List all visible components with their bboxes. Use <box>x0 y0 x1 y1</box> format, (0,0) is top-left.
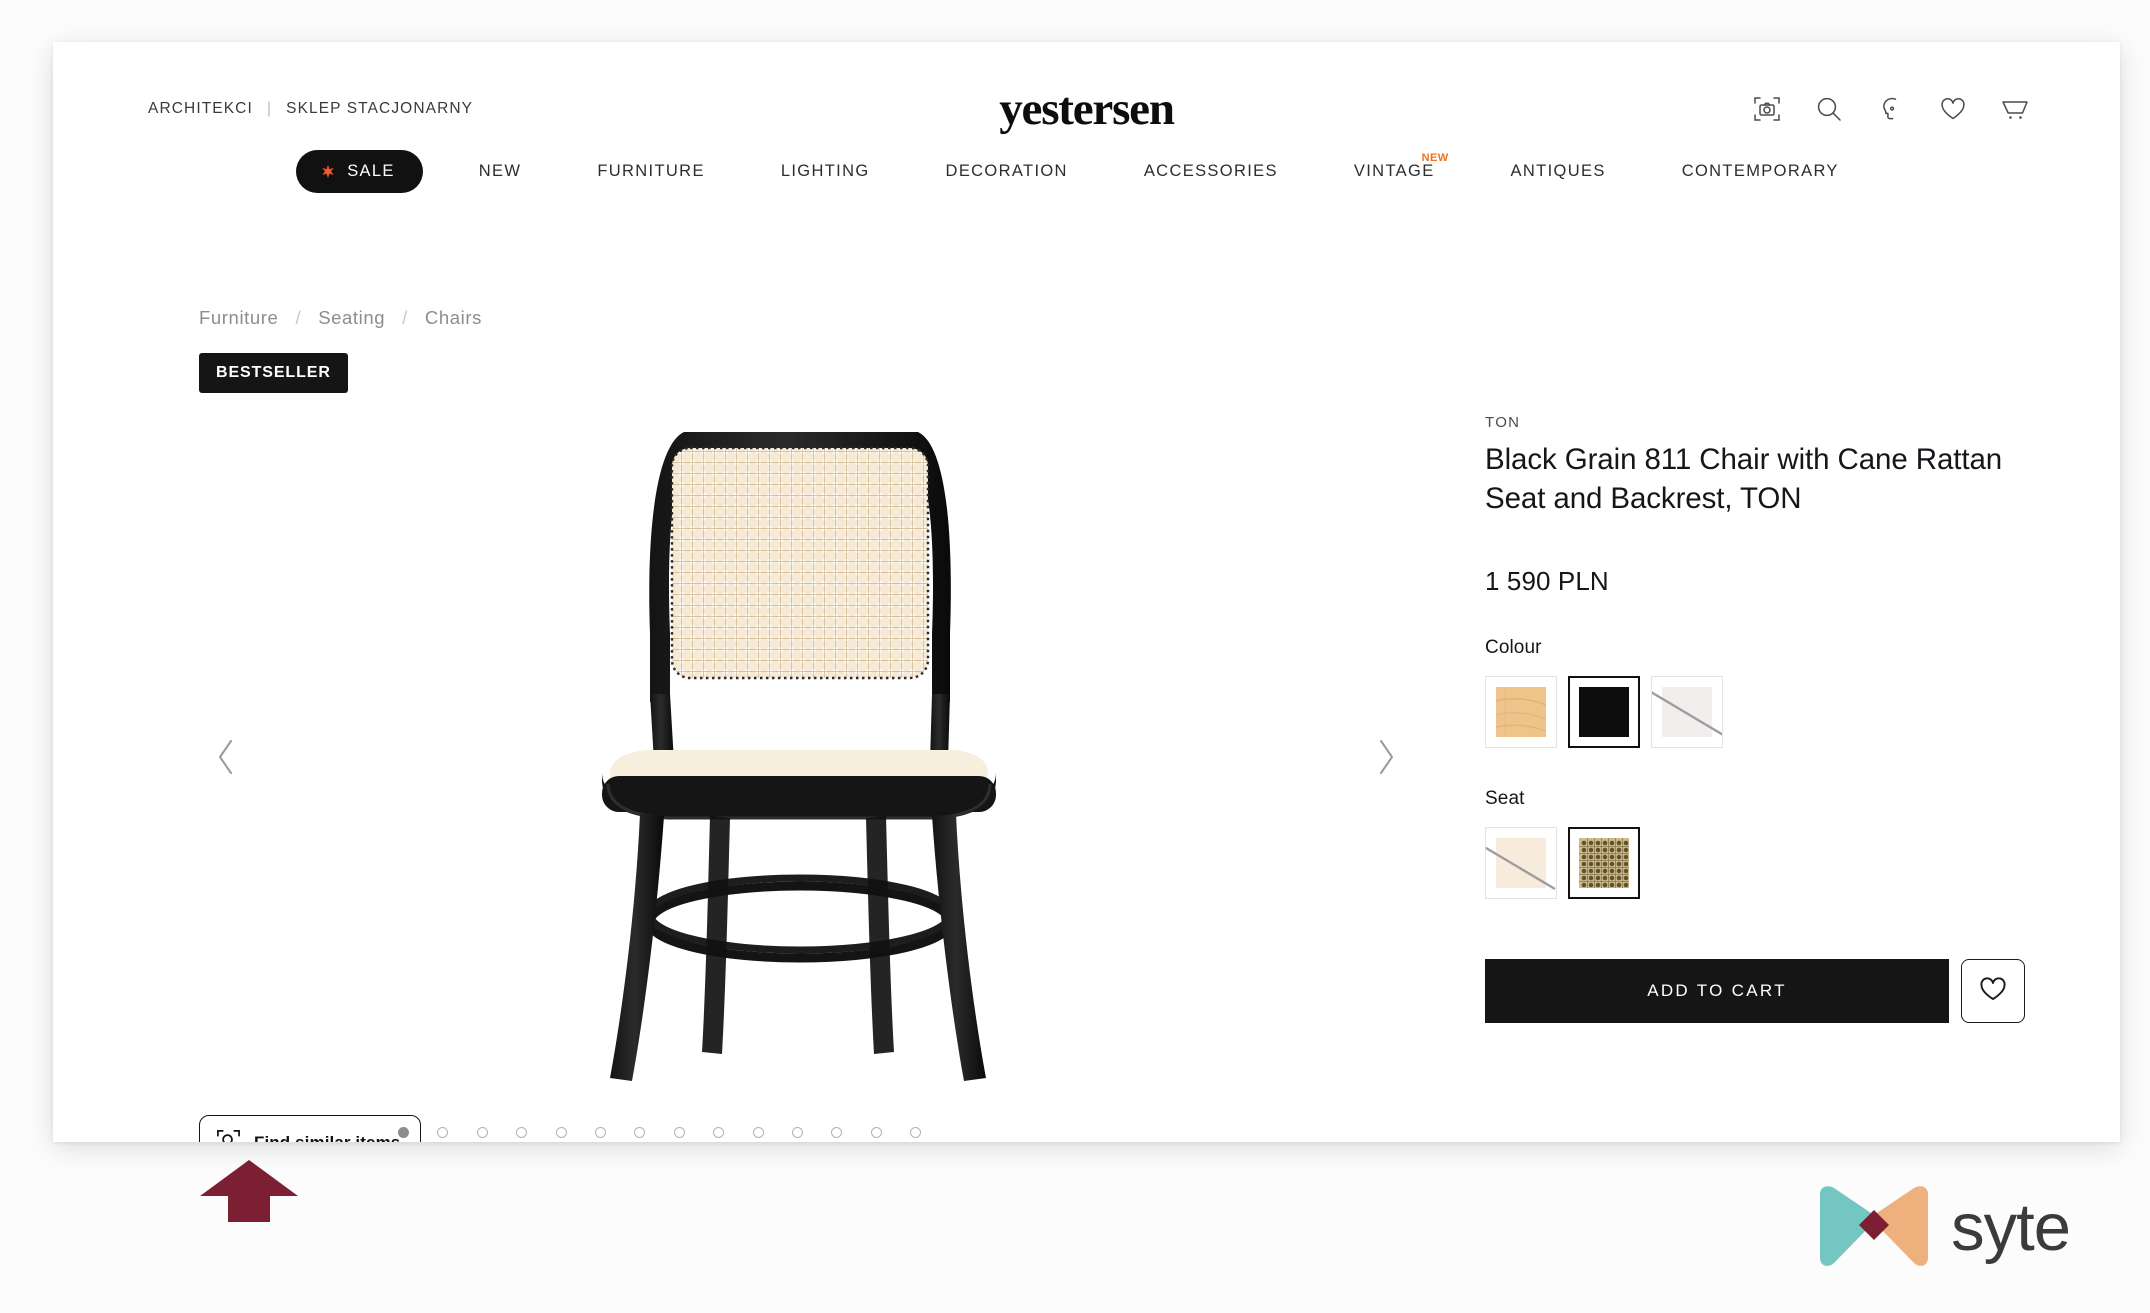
nav-item-furniture-label: FURNITURE <box>597 162 705 180</box>
nav-item-sale[interactable]: SALE <box>296 150 423 193</box>
swatch-cream-plywood[interactable] <box>1485 827 1557 900</box>
find-similar-items-button[interactable]: Find similar items <box>199 1115 422 1142</box>
cta-row: ADD TO CART <box>1485 959 2025 1024</box>
site-logo[interactable]: yestersen <box>999 86 1175 133</box>
utility-separator: | <box>266 100 273 117</box>
visual-search-camera-icon[interactable] <box>1752 94 1782 124</box>
product-image-chair[interactable] <box>588 402 1008 1097</box>
nav-item-antiques-label: ANTIQUES <box>1510 162 1606 180</box>
swatch-natural-wood[interactable] <box>1485 676 1557 749</box>
breadcrumb-item-furniture[interactable]: Furniture <box>199 307 278 329</box>
status-badge-bestseller: BESTSELLER <box>199 353 348 393</box>
nav-item-new-label: NEW <box>478 162 522 180</box>
star-icon <box>320 164 336 180</box>
breadcrumb-separator: / <box>402 307 408 328</box>
nav-item-decoration[interactable]: DECORATION <box>908 162 1106 181</box>
swatch-list-colour <box>1485 676 2025 749</box>
gallery-dot-10[interactable] <box>752 1127 764 1138</box>
product-brand: TON <box>1485 414 1521 431</box>
nav-badge-new: NEW <box>1421 152 1449 164</box>
gallery-dot-13[interactable] <box>870 1127 882 1138</box>
syte-logo: syte <box>1815 1185 2071 1269</box>
gallery-dot-12[interactable] <box>831 1127 843 1138</box>
breadcrumb-item-chairs[interactable]: Chairs <box>425 307 482 329</box>
account-head-icon[interactable] <box>1876 94 1906 124</box>
site-header: ARCHITEKCI | SKLEP STACJONARNY yestersen <box>53 42 2120 142</box>
search-icon[interactable] <box>1814 94 1844 124</box>
nav-item-vintage-label: VINTAGE <box>1353 162 1435 180</box>
utility-link-architekci[interactable]: ARCHITEKCI <box>148 100 253 118</box>
product-info-panel: TON Black Grain 811 Chair with Cane Ratt… <box>1485 414 2025 1024</box>
gallery-dot-3[interactable] <box>476 1127 488 1138</box>
annotation-arrow <box>200 1160 298 1222</box>
product-price: 1 590 PLN <box>1485 566 1609 597</box>
product-gallery <box>163 392 1433 1092</box>
syte-mark-icon <box>1815 1185 1933 1269</box>
gallery-pagination-dots <box>398 1127 922 1138</box>
utility-links: ARCHITEKCI | SKLEP STACJONARNY <box>148 100 473 118</box>
breadcrumb-separator: / <box>295 307 302 328</box>
gallery-dot-8[interactable] <box>673 1127 685 1138</box>
gallery-prev-button[interactable] <box>201 732 251 782</box>
nav-item-accessories-label: ACCESSORIES <box>1143 162 1278 180</box>
nav-item-decoration-label: DECORATION <box>945 162 1068 180</box>
gallery-next-button[interactable] <box>1361 732 1411 782</box>
cart-icon[interactable] <box>2000 94 2030 124</box>
page-title: Black Grain 811 Chair with Cane Rattan S… <box>1485 443 2003 516</box>
wishlist-heart-icon[interactable] <box>1938 94 1968 124</box>
header-icon-group <box>1752 94 2030 124</box>
gallery-dot-2[interactable] <box>437 1127 449 1138</box>
breadcrumb: Furniture / Seating / Chairs <box>199 307 482 329</box>
framed-search-icon <box>216 1128 241 1142</box>
nav-item-furniture[interactable]: FURNITURE <box>559 162 742 181</box>
nav-item-contemporary-label: CONTEMPORARY <box>1681 162 1839 180</box>
add-to-wishlist-button[interactable] <box>1961 959 2025 1024</box>
swatch-white[interactable] <box>1651 676 1723 749</box>
find-similar-items-label: Find similar items <box>254 1133 400 1142</box>
gallery-dot-1[interactable] <box>398 1127 409 1138</box>
page-root: ARCHITEKCI | SKLEP STACJONARNY yestersen <box>0 0 2150 1313</box>
breadcrumb-item-seating[interactable]: Seating <box>318 307 385 329</box>
add-to-cart-button[interactable]: ADD TO CART <box>1485 959 1949 1024</box>
gallery-dot-4[interactable] <box>516 1127 528 1138</box>
nav-item-sale-label: SALE <box>347 162 395 180</box>
gallery-dot-5[interactable] <box>555 1127 567 1138</box>
gallery-dot-11[interactable] <box>791 1127 803 1138</box>
syte-wordmark: syte <box>1951 1189 2071 1265</box>
option-group-seat: Seat <box>1485 788 2025 900</box>
swatch-list-seat <box>1485 827 2025 900</box>
heart-icon <box>1979 976 2007 1007</box>
nav-item-lighting[interactable]: LIGHTING <box>743 162 908 181</box>
swatch-cane-rattan[interactable] <box>1568 827 1640 900</box>
nav-item-contemporary[interactable]: CONTEMPORARY <box>1644 162 1877 181</box>
option-label-colour: Colour <box>1485 637 1542 659</box>
nav-item-accessories[interactable]: ACCESSORIES <box>1106 162 1316 181</box>
gallery-dot-9[interactable] <box>713 1127 725 1138</box>
swatch-black[interactable] <box>1568 676 1640 749</box>
option-group-colour: Colour <box>1485 637 2025 749</box>
nav-item-new[interactable]: NEW <box>441 162 560 181</box>
gallery-dot-14[interactable] <box>910 1127 922 1138</box>
nav-item-antiques[interactable]: ANTIQUES <box>1473 162 1644 181</box>
utility-link-sklep-stacjonarny[interactable]: SKLEP STACJONARNY <box>286 100 473 118</box>
option-label-seat: Seat <box>1485 788 1525 810</box>
nav-item-lighting-label: LIGHTING <box>780 162 870 180</box>
nav-item-vintage[interactable]: VINTAGE NEW <box>1316 152 1473 181</box>
main-navigation: SALE NEW FURNITURE LIGHTING DECORATION A… <box>53 142 2120 193</box>
browser-window-card: ARCHITEKCI | SKLEP STACJONARNY yestersen <box>53 42 2120 1142</box>
gallery-dot-6[interactable] <box>594 1127 606 1138</box>
gallery-dot-7[interactable] <box>634 1127 646 1138</box>
